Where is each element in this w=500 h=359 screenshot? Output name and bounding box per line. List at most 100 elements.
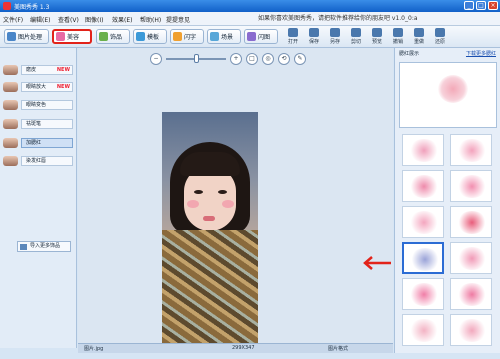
flash-image-icon — [247, 32, 256, 41]
menu-help[interactable]: 帮助(H) — [140, 15, 161, 24]
photo-face — [184, 167, 236, 231]
open-button[interactable]: 打开 — [284, 28, 302, 46]
crop-icon — [351, 28, 361, 37]
accessories-icon — [99, 32, 108, 41]
feature-label: 磨皮 — [26, 67, 37, 73]
face-thumbnail — [3, 119, 18, 129]
face-thumbnail — [3, 156, 18, 166]
undo-button[interactable]: 撤销 — [389, 28, 407, 46]
feature-skin-smoothing[interactable]: 磨皮 NEW — [3, 64, 73, 76]
edited-photo[interactable] — [162, 112, 258, 344]
photo-right-cheek-blush — [222, 200, 234, 208]
tab-flash-text[interactable]: 闪字 — [170, 29, 204, 44]
photo-bangs — [180, 152, 240, 176]
tab-scenes[interactable]: 场景 — [207, 29, 241, 44]
redo-icon — [414, 28, 424, 37]
right-panel: 腮红展示 下载更多腮红 — [394, 48, 500, 353]
window-title: 美图秀秀 1.3 — [14, 4, 50, 11]
redo-button[interactable]: 重做 — [410, 28, 428, 46]
restore-button[interactable]: 还原 — [431, 28, 449, 46]
menu-view[interactable]: 查看(V) — [58, 15, 79, 24]
blush-swatch[interactable] — [402, 170, 444, 202]
templates-icon — [136, 32, 145, 41]
blush-preview — [399, 62, 497, 128]
blush-swatch[interactable] — [450, 206, 492, 238]
photo-lips — [203, 216, 215, 221]
save-as-icon — [330, 28, 340, 37]
maximize-button[interactable]: □ — [476, 1, 486, 10]
blush-sample — [457, 319, 487, 342]
feature-label: 祛斑笔 — [21, 119, 73, 129]
title-bar: 美图秀秀 1.3 _ □ × — [0, 0, 500, 12]
actual-size-icon[interactable]: ◎ — [262, 53, 274, 65]
feature-spot-removal[interactable]: 祛斑笔 — [3, 118, 73, 130]
blush-swatch[interactable] — [450, 134, 492, 166]
save-as-button[interactable]: 另存 — [326, 28, 344, 46]
blush-swatch[interactable] — [450, 170, 492, 202]
save-icon — [309, 28, 319, 37]
feature-hair-lips[interactable]: 染发红唇 — [3, 155, 73, 167]
blush-swatch[interactable] — [402, 134, 444, 166]
menu-file[interactable]: 文件(F) — [3, 15, 23, 24]
status-bar: 图片.jpg 299X347 图片格式 — [78, 343, 393, 353]
feature-label: 眼睛变色 — [21, 100, 73, 110]
pen-icon[interactable]: ✎ — [294, 53, 306, 65]
flash-text-icon — [173, 32, 182, 41]
download-more-link[interactable]: 下载更多腮红 — [466, 50, 496, 57]
zoom-out-icon[interactable]: − — [150, 53, 162, 65]
tab-flash-image[interactable]: 闪图 — [244, 29, 278, 44]
rotate-icon[interactable]: ⟲ — [278, 53, 290, 65]
feature-eye-color[interactable]: 眼睛变色 — [3, 99, 73, 111]
fit-window-icon[interactable]: □ — [246, 53, 258, 65]
beauty-icon — [56, 32, 65, 41]
feature-blush[interactable]: 加腮红 — [3, 137, 73, 149]
minimize-button[interactable]: _ — [464, 1, 474, 10]
blush-preview-sample — [438, 75, 468, 103]
blush-sample — [457, 211, 487, 234]
zoom-in-icon[interactable]: + — [230, 53, 242, 65]
tab-templates[interactable]: 模板 — [133, 29, 167, 44]
tab-accessories[interactable]: 饰品 — [96, 29, 130, 44]
menu-edit[interactable]: 编辑(E) — [30, 15, 50, 24]
blush-sample — [457, 139, 487, 162]
photo-scarf — [162, 230, 258, 344]
feature-eye-enlarge[interactable]: 眼睛放大 NEW — [3, 81, 73, 93]
photo-left-eye — [194, 190, 203, 194]
blush-swatch[interactable] — [402, 206, 444, 238]
blush-swatch[interactable] — [402, 278, 444, 310]
blush-sample — [409, 283, 439, 306]
tab-image-processing[interactable]: 图片处理 — [4, 29, 49, 44]
crop-button[interactable]: 剪切 — [347, 28, 365, 46]
feature-label: 染发红唇 — [21, 156, 73, 166]
preview-icon — [372, 28, 382, 37]
blush-swatch[interactable] — [450, 242, 492, 274]
zoom-slider-thumb[interactable] — [194, 54, 199, 63]
blush-swatch-selected[interactable] — [402, 242, 444, 274]
blush-sample — [409, 319, 439, 342]
blush-swatch[interactable] — [450, 278, 492, 310]
blush-panel-title: 腮红展示 — [399, 51, 420, 57]
save-button[interactable]: 保存 — [305, 28, 323, 46]
menu-feedback[interactable]: 提提意见 — [166, 15, 190, 24]
menu-effects[interactable]: 效果(E) — [112, 15, 132, 24]
scenes-icon — [210, 32, 219, 41]
preview-button[interactable]: 预览 — [368, 28, 386, 46]
blush-swatch[interactable] — [450, 314, 492, 346]
tab-beauty[interactable]: 美容 — [52, 29, 92, 44]
close-button[interactable]: × — [488, 1, 498, 10]
status-dimensions: 299X347 — [232, 345, 255, 351]
blush-swatch[interactable] — [402, 314, 444, 346]
face-thumbnail — [3, 100, 18, 110]
toolbar: 图片处理 美容 饰品 模板 闪字 场景 闪图 打开 保存 另存 剪切 预览 撤销… — [0, 26, 500, 48]
blush-sample — [457, 247, 487, 270]
blush-sample — [409, 139, 439, 162]
app-logo-icon — [3, 2, 11, 10]
status-format: 图片格式 — [328, 346, 349, 352]
folder-icon — [288, 28, 298, 37]
red-arrow-icon — [363, 256, 391, 270]
new-badge: NEW — [56, 67, 70, 73]
menu-image[interactable]: 图像(I) — [85, 15, 103, 24]
import-more-button[interactable]: 导入更多饰品 — [17, 241, 71, 252]
image-processing-icon — [7, 32, 16, 41]
blush-sample — [409, 211, 439, 234]
